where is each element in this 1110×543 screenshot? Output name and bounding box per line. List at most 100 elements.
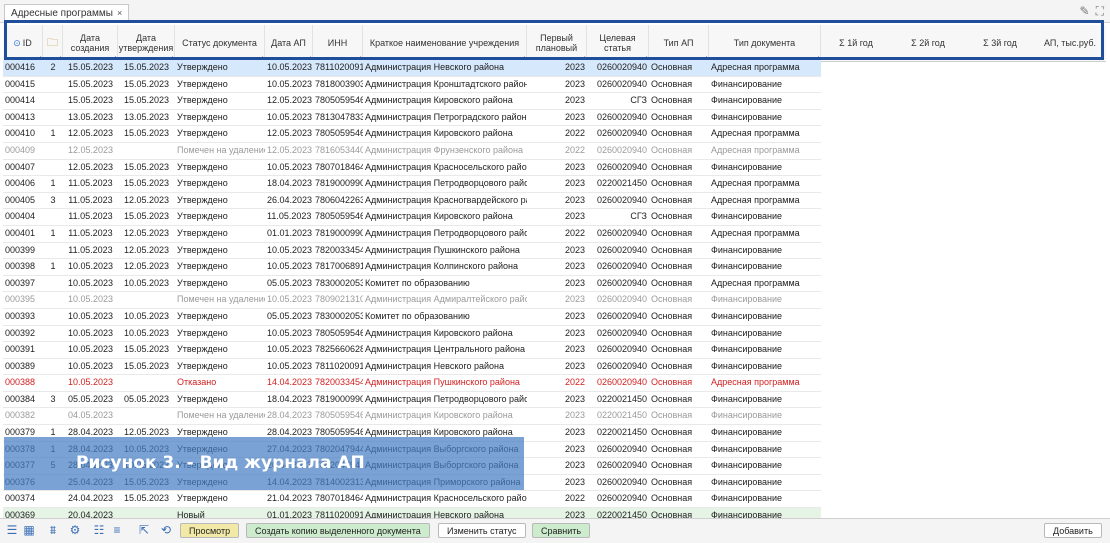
cell-year: 2023	[564, 62, 585, 72]
refresh-icon[interactable]: ⟲	[159, 523, 173, 537]
list-view-icon[interactable]: ☰	[5, 523, 19, 537]
table-row[interactable]: 000413 13.05.2023 13.05.2023 Утверждено 10.0…	[3, 110, 821, 127]
tab-address-programs[interactable]: Адресные программы ×	[4, 4, 130, 22]
col-approved-header[interactable]: Дата утверждения	[118, 25, 175, 61]
col-name-header[interactable]: Краткое наименование учреждения	[363, 25, 527, 61]
table-row[interactable]: 000415 15.05.2023 15.05.2023 Утверждено 10.0…	[3, 77, 821, 94]
col-type-ap-header[interactable]: Тип АП	[649, 25, 709, 61]
table-row[interactable]: 000388 10.05.2023 Отказано 14.04.2023 782003…	[3, 375, 821, 392]
col-date-ap-header[interactable]: Дата АП	[265, 25, 313, 61]
cell-name: Администрация Кировского района	[365, 128, 513, 139]
edit-icon[interactable]: ✎	[1080, 4, 1090, 18]
table-row[interactable]: 000391 10.05.2023 15.05.2023 Утверждено 10.0…	[3, 342, 821, 359]
cell-count	[43, 292, 63, 308]
col-folder-header[interactable]: 🗀	[43, 25, 63, 61]
col-article-header[interactable]: Целевая статья	[587, 25, 649, 61]
sum-col-2-header[interactable]: Σ 2й год	[893, 25, 963, 61]
select-all-icon[interactable]: ⊙	[13, 38, 21, 48]
close-icon[interactable]: ×	[117, 8, 122, 18]
add-button[interactable]: Добавить	[1044, 523, 1102, 538]
cell-approved: 15.05.2023	[123, 62, 170, 72]
cell-name: Администрация Петродворцового района	[365, 178, 527, 189]
export-icon[interactable]: ⇱	[137, 523, 151, 537]
cell-created: 10.05.2023	[67, 294, 114, 305]
table-row[interactable]: 000404 11.05.2023 15.05.2023 Утверждено 11.0…	[3, 209, 821, 226]
col-status-header[interactable]: Статус документа	[175, 25, 265, 61]
col-first-year-label: Первый плановый	[535, 33, 578, 53]
cell-created: 11.05.2023	[68, 194, 113, 205]
cell-approved: 12.05.2023	[123, 244, 170, 255]
table-row[interactable]: 000398 1 10.05.2023 12.05.2023 Утверждено 10.…	[3, 259, 821, 276]
compare-button[interactable]: Сравнить	[532, 523, 591, 538]
cell-inn: 7811020091	[315, 360, 363, 371]
sum-col-1-header[interactable]: Σ 1й год	[821, 25, 891, 61]
cell-doc-type: Финансирование	[711, 161, 783, 172]
table-row[interactable]: 000407 12.05.2023 15.05.2023 Утверждено 10.0…	[3, 160, 821, 177]
cell-date-ap: 14.04.2023	[267, 377, 313, 388]
cell-article: 0260020940	[596, 327, 647, 338]
cell-created: 10.05.2023	[67, 261, 114, 272]
cell-name: Администрация Невского района	[365, 360, 504, 371]
copy-document-button[interactable]: Создать копию выделенного документа	[246, 523, 430, 538]
table-row[interactable]: 000397 10.05.2023 10.05.2023 Утверждено 05.0…	[3, 276, 821, 293]
cell-type-ap: Основная	[651, 427, 693, 438]
col-type-ap-label: Тип АП	[663, 38, 694, 48]
cell-doc-type: Адресная программа	[711, 144, 800, 155]
cell-status: Отказано	[177, 377, 217, 388]
sum-col-3-header[interactable]: Σ 3й год	[965, 25, 1035, 61]
table-row[interactable]: 000414 15.05.2023 15.05.2023 Утверждено 12.0…	[3, 93, 821, 110]
table-row[interactable]: 000392 10.05.2023 10.05.2023 Утверждено 10.0…	[3, 326, 821, 343]
table-row[interactable]: 000406 1 11.05.2023 15.05.2023 Утверждено 18.…	[3, 176, 821, 193]
cell-year: 2022	[564, 377, 585, 388]
change-status-button[interactable]: Изменить статус	[438, 523, 526, 538]
table-row[interactable]: 000384 3 05.05.2023 05.05.2023 Утверждено 18.…	[3, 392, 821, 409]
col-created-header[interactable]: Дата создания	[63, 25, 118, 61]
table-row[interactable]: 000409 12.05.2023 Помечен на удаление 12.05…	[3, 143, 821, 160]
cell-name: Администрация Центрального района	[365, 344, 525, 355]
table-row[interactable]: 000389 10.05.2023 15.05.2023 Утверждено 10.0…	[3, 359, 821, 376]
settings-icon[interactable]: ⚙	[68, 523, 82, 537]
cell-name: Комитет по образованию	[365, 310, 470, 321]
col-inn-header[interactable]: ИНН	[313, 25, 363, 61]
cell-approved: 12.05.2023	[123, 227, 170, 238]
cell-type-ap: Основная	[651, 211, 693, 222]
cell-created: 11.05.2023	[68, 227, 113, 238]
cell-doc-type: Адресная программа	[711, 62, 800, 72]
cell-inn: 7805059546	[315, 211, 363, 222]
table-row[interactable]: 000399 11.05.2023 12.05.2023 Утверждено 10.0…	[3, 243, 821, 260]
col-id-header[interactable]: ⊙ ID	[3, 25, 43, 61]
table-row[interactable]: 000410 1 12.05.2023 15.05.2023 Утверждено 12.…	[3, 126, 821, 143]
cell-inn: 7820033454	[315, 377, 363, 388]
view-button[interactable]: Просмотр	[180, 523, 240, 538]
col-doc-type-header[interactable]: Тип документа	[709, 25, 821, 61]
cell-date-ap: 21.04.2023	[267, 493, 313, 504]
filter-icon[interactable]: ⩩	[46, 523, 60, 537]
grid-view-icon[interactable]: ▦	[22, 523, 36, 537]
figure-caption-text: Рисунок 3. - Вид журнала АП	[76, 453, 365, 473]
expand-icon[interactable]: ⛶	[1096, 4, 1104, 18]
cell-count	[43, 408, 63, 424]
cell-status: Утверждено	[177, 128, 228, 139]
table-row[interactable]: 000374 24.04.2023 15.05.2023 Утверждено 21.0…	[3, 491, 821, 509]
cell-id: 000389	[5, 360, 36, 371]
table-row[interactable]: 000393 10.05.2023 10.05.2023 Утверждено 05.0…	[3, 309, 821, 326]
cell-year: 2023	[564, 460, 585, 471]
cell-count: 1	[50, 261, 56, 272]
table-row[interactable]: 000401 1 11.05.2023 12.05.2023 Утверждено 01.…	[3, 226, 821, 243]
cell-article: 0260020940	[596, 227, 647, 238]
cell-inn: 7805059546	[315, 128, 363, 139]
table-row[interactable]: 000416 2 15.05.2023 15.05.2023 Утверждено 10.…	[3, 60, 821, 77]
cell-date-ap: 10.05.2023	[267, 161, 313, 172]
outline-icon[interactable]: ☷	[92, 523, 106, 537]
cell-id: 000404	[5, 211, 36, 222]
cell-doc-type: Адресная программа	[711, 194, 800, 205]
cell-date-ap: 10.05.2023	[267, 294, 313, 305]
col-first-year-header[interactable]: Первый плановый	[527, 25, 587, 61]
table-row[interactable]: 000405 3 11.05.2023 12.05.2023 Утверждено 26.…	[3, 193, 821, 210]
sort-icon[interactable]: ≡	[110, 523, 124, 537]
table-row[interactable]: 000382 04.05.2023 Помечен на удаление 28.04…	[3, 408, 821, 426]
table-row[interactable]: 000395 10.05.2023 Помечен на удаление 10.05…	[3, 292, 821, 309]
sum-col-4-header[interactable]: АП, тыс.руб.	[1035, 25, 1105, 61]
cell-status: Утверждено	[177, 178, 228, 189]
cell-article: 0260020940	[596, 261, 647, 272]
